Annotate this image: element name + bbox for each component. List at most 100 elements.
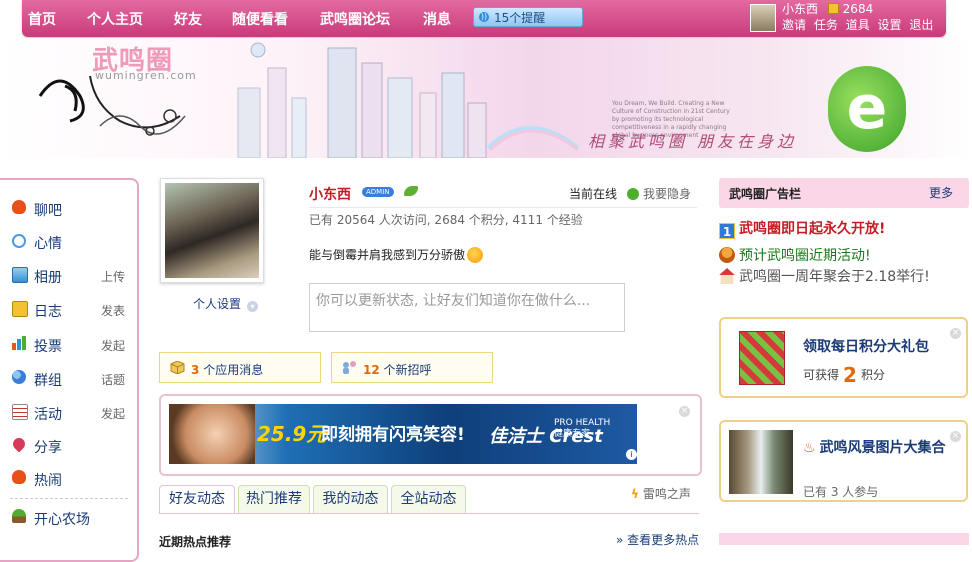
tab-hot-picks[interactable]: 热门推荐: [238, 485, 310, 513]
sidebar-topic-link[interactable]: 话题: [101, 371, 125, 388]
sidebar-upload-link[interactable]: 上传: [101, 268, 125, 285]
sidebar-item-label: 分享: [34, 440, 62, 456]
announcement-item[interactable]: 1 武鸣圈即日起永久开放!: [719, 218, 885, 239]
personal-settings-link[interactable]: 个人设置 ▾: [193, 295, 259, 312]
crest-ad[interactable]: 25.9元 即刻拥有闪亮笑容! 佳洁士 Crest PRO HEALTH 健康专…: [169, 404, 637, 464]
close-icon[interactable]: ×: [950, 431, 961, 442]
announcement-item[interactable]: 武鸣圈一周年聚会于2.18举行!: [719, 267, 969, 287]
tasks-link[interactable]: 任务: [814, 18, 838, 32]
sidebar-item-album[interactable]: 相册 上传: [12, 265, 127, 286]
scenery-gallery-label: 武鸣风景图片大集合: [819, 440, 946, 456]
app-messages-label: 个应用消息: [203, 363, 264, 377]
ad-pro-health: PRO HEALTH 健康专家: [554, 418, 611, 439]
app-messages-text: 3 个应用消息: [191, 361, 263, 378]
greeting-people-icon: [343, 361, 356, 374]
avatar-photo: [165, 183, 259, 278]
top-links: 邀请 任务 道具 设置 退出: [782, 16, 937, 33]
invite-link[interactable]: 邀请: [782, 18, 806, 32]
nav-forum[interactable]: 武鸣圈论坛: [320, 9, 390, 29]
sidebar-item-farm[interactable]: 开心农场: [12, 507, 127, 528]
heart-share-icon: [10, 435, 28, 453]
tab-my-feed[interactable]: 我的动态: [313, 485, 388, 513]
sidebar-item-label: 投票: [34, 339, 62, 355]
status-input[interactable]: [309, 283, 625, 332]
chevron-down-icon: ▾: [247, 301, 259, 312]
daily-gift-subtitle: 可获得 2 积分: [803, 363, 885, 387]
calendar-icon: [12, 404, 28, 420]
sidebar-item-blog[interactable]: 日志 发表: [12, 299, 127, 320]
nav-messages[interactable]: 消息: [423, 9, 451, 29]
sidebar-item-group[interactable]: 群组 话题: [12, 368, 127, 389]
sidebar-item-mood[interactable]: 心情: [12, 231, 127, 252]
sidebar-item-label: 热闹: [34, 473, 62, 489]
fire-icon: [12, 200, 26, 214]
user-avatar-thumbnail[interactable]: [750, 4, 776, 32]
sidebar-item-event[interactable]: 活动 发起: [12, 402, 127, 423]
nav-home[interactable]: 首页: [28, 9, 56, 29]
sidebar-item-poll[interactable]: 投票 发起: [12, 334, 127, 355]
sidebar-item-label: 相册: [34, 270, 62, 286]
thunder-voice-label: 雷鸣之声: [642, 487, 691, 501]
logout-link[interactable]: 退出: [909, 18, 933, 32]
profile-username[interactable]: 小东西: [309, 184, 351, 204]
ad-column-more-link[interactable]: 更多: [929, 184, 953, 201]
sidebar-item-label: 聊吧: [34, 203, 62, 219]
sidebar-start-event-link[interactable]: 发起: [101, 405, 125, 422]
sidebar-item-label: 日志: [34, 304, 62, 320]
scenery-gallery-card[interactable]: ♨ 武鸣风景图片大集合 已有 3 人参与 ×: [719, 420, 968, 502]
tab-site-feed[interactable]: 全站动态: [391, 485, 466, 513]
section-heading: 近期热点推荐: [159, 535, 232, 549]
sidebar-item-hot[interactable]: 热闹: [12, 468, 127, 489]
sidebar-item-label: 活动: [34, 407, 62, 423]
banner-domain: wumingren.com: [95, 69, 197, 82]
props-link[interactable]: 道具: [846, 18, 870, 32]
top-score: 2684: [842, 2, 874, 16]
info-icon[interactable]: i: [626, 449, 637, 460]
daily-gift-title[interactable]: 领取每日积分大礼包: [803, 336, 929, 356]
go-invisible-link[interactable]: 我要隐身: [627, 185, 691, 202]
coin-icon: [827, 3, 839, 14]
nav-profile[interactable]: 个人主页: [87, 9, 143, 29]
nav-browse[interactable]: 随便看看: [232, 9, 288, 29]
announcement-text: 武鸣圈一周年聚会于2.18举行!: [739, 269, 930, 285]
top-user-info: 小东西 2684: [782, 0, 873, 17]
ad-model-photo: [169, 404, 255, 464]
sidebar-item-chat[interactable]: 聊吧: [12, 198, 127, 219]
ad-banner-box: 25.9元 即刻拥有闪亮笑容! 佳洁士 Crest PRO HEALTH 健康专…: [159, 394, 702, 476]
announcement-item[interactable]: 预计武鸣圈近期活动!: [719, 245, 871, 265]
app-messages-box[interactable]: 3 个应用消息: [159, 352, 321, 383]
top-username[interactable]: 小东西: [782, 2, 818, 16]
sidebar-publish-link[interactable]: 发表: [101, 302, 125, 319]
profile-avatar[interactable]: [160, 178, 264, 283]
go-invisible-label: 我要隐身: [643, 187, 692, 201]
lightning-icon: ϟ: [631, 487, 639, 501]
thunder-voice-link[interactable]: ϟ 雷鸣之声: [631, 485, 691, 502]
speech-bubble-icon: [12, 234, 26, 248]
clover-icon: [627, 188, 639, 200]
daily-gift-card[interactable]: 领取每日积分大礼包 可获得 2 积分 ×: [719, 317, 968, 398]
scenery-gallery-title[interactable]: ♨ 武鸣风景图片大集合: [803, 439, 953, 457]
sidebar-start-poll-link[interactable]: 发起: [101, 337, 125, 354]
site-banner: 武鸣圈 wumingren.com You Dream, We Build. C…: [0, 38, 972, 158]
mascot-icon: [719, 247, 735, 263]
nav-friends[interactable]: 好友: [174, 9, 202, 29]
greetings-box[interactable]: 12 个新招呼: [331, 352, 493, 383]
notification-button[interactable]: )) 15个提醒: [473, 7, 583, 27]
fire-icon: ♨: [803, 440, 816, 456]
bell-icon: )): [479, 12, 489, 22]
sidebar-item-share[interactable]: 分享: [10, 435, 127, 456]
close-icon[interactable]: ×: [679, 406, 690, 417]
house-icon: [719, 268, 735, 284]
package-icon: [170, 361, 185, 374]
settings-link[interactable]: 设置: [878, 18, 902, 32]
smiley-icon: [467, 247, 484, 263]
close-icon[interactable]: ×: [950, 328, 961, 339]
city-skyline-illustration: [237, 42, 580, 158]
tab-friend-feed[interactable]: 好友动态: [159, 485, 235, 514]
top-navigation: 首页 个人主页 好友 随便看看 武鸣圈论坛 消息 )) 15个提醒 小东西 26…: [22, 0, 946, 37]
green-e-logo: e: [828, 66, 906, 152]
ad-column-header: 武鸣圈广告栏 更多: [719, 178, 969, 208]
fire-icon: [12, 470, 26, 484]
greetings-text: 12 个新招呼: [363, 361, 432, 378]
waterfall-thumbnail[interactable]: [729, 430, 793, 494]
